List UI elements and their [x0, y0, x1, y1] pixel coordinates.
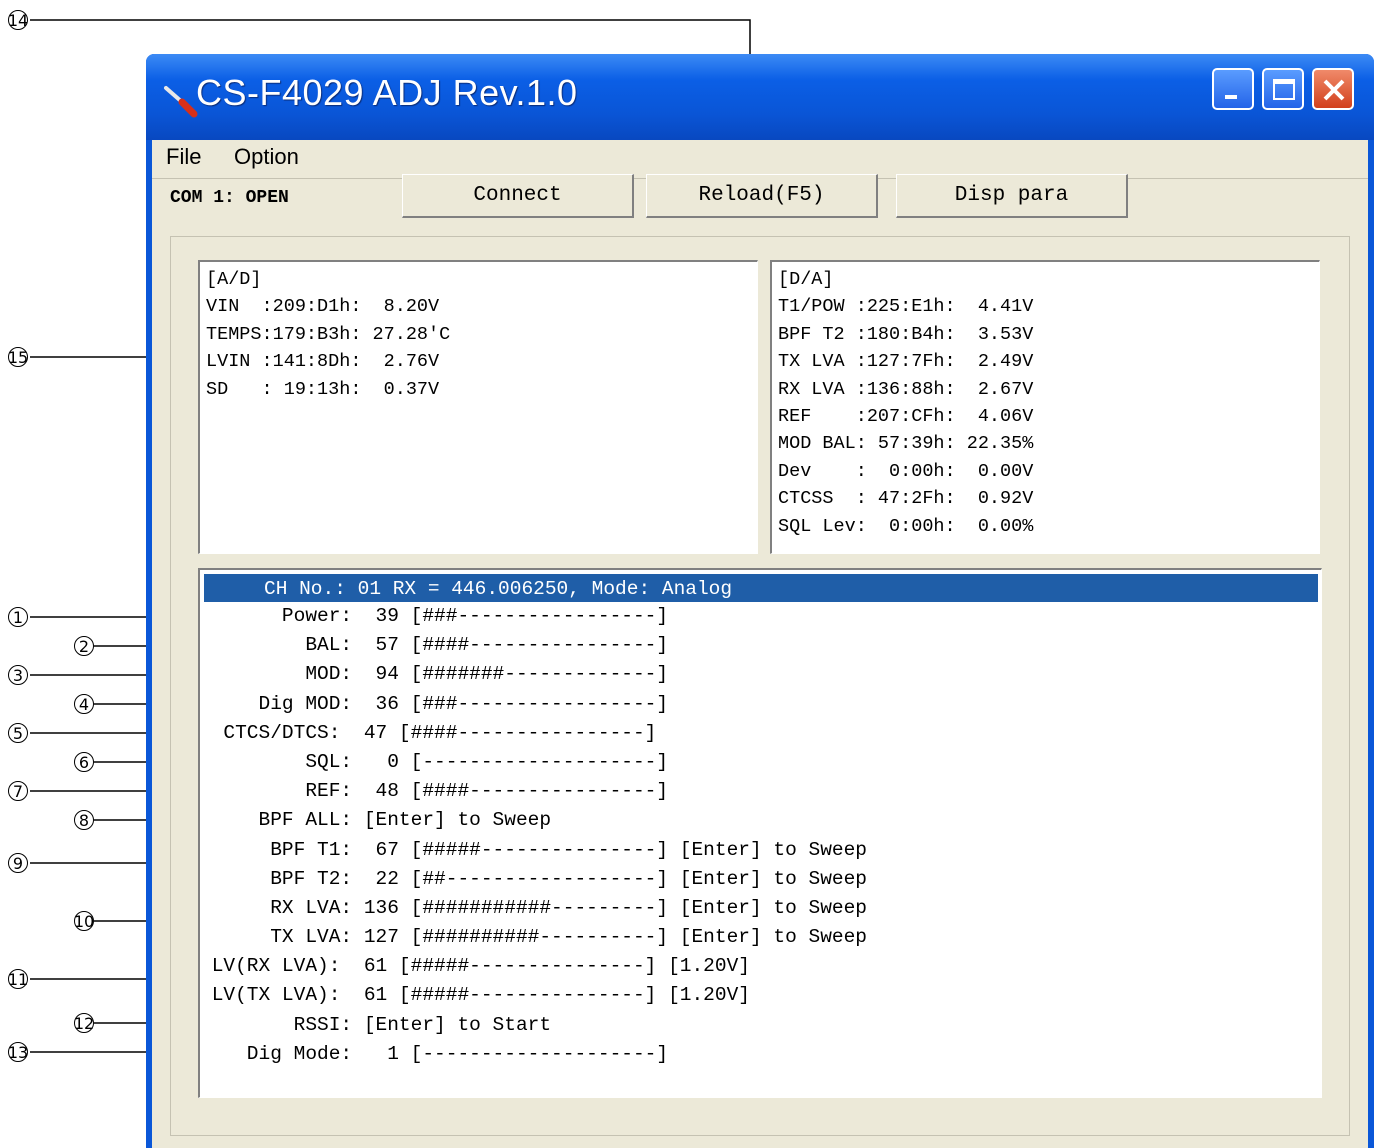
da-readout-line: BPF T2 :180:B4h: 3.53V [778, 323, 1034, 345]
adjustment-item[interactable]: Dig Mode: 1 [--------------------] [200, 1040, 867, 1069]
app-window: CS-F4029 ADJ Rev.1.0 File Option COM 1: … [146, 54, 1374, 1148]
adjustment-panel[interactable]: CH No.: 01 RX = 446.006250, Mode: Analog… [198, 568, 1322, 1098]
callout-12: 12 [73, 1013, 95, 1033]
adjustment-item[interactable]: SQL: 0 [--------------------] [200, 748, 867, 777]
minimize-button[interactable] [1212, 68, 1254, 110]
close-icon [1323, 79, 1345, 101]
callout-4: 4 [74, 694, 94, 714]
da-readout-line: T1/POW :225:E1h: 4.41V [778, 296, 1034, 318]
maximize-button[interactable] [1262, 68, 1304, 110]
da-readout-line: REF :207:CFh: 4.06V [778, 405, 1034, 427]
ad-readout-line: TEMPS:179:B3h: 27.28'C [206, 323, 451, 345]
callout-9: 9 [8, 853, 28, 873]
adjustment-item[interactable]: LV(RX LVA): 61 [#####---------------] [1… [200, 952, 867, 981]
adjustment-item[interactable]: Power: 39 [###-----------------] [200, 602, 867, 631]
title-bar[interactable]: CS-F4029 ADJ Rev.1.0 [146, 54, 1374, 140]
callout-3: 3 [8, 665, 28, 685]
da-readout-line: TX LVA :127:7Fh: 2.49V [778, 351, 1034, 373]
close-button[interactable] [1312, 68, 1354, 110]
adjustment-item[interactable]: REF: 48 [####----------------] [200, 777, 867, 806]
adjustment-item[interactable]: RX LVA: 136 [###########---------] [Ente… [200, 894, 867, 923]
callout-5: 5 [8, 723, 28, 743]
adjustment-item[interactable]: LV(TX LVA): 61 [#####---------------] [1… [200, 981, 867, 1010]
adjustment-item[interactable]: BPF T1: 67 [#####---------------] [Enter… [200, 836, 867, 865]
callout-15: 15 [7, 347, 29, 367]
menu-file[interactable]: File [166, 144, 201, 170]
adjustment-item[interactable]: BPF ALL: [Enter] to Sweep [200, 806, 867, 835]
client-area: File Option COM 1: OPEN Connect Reload(F… [152, 140, 1368, 1148]
adjustment-item[interactable]: Dig MOD: 36 [###-----------------] [200, 690, 867, 719]
da-readout-line: Dev : 0:00h: 0.00V [778, 460, 1034, 482]
ad-readout-panel: [A/D] VIN :209:D1h: 8.20V TEMPS:179:B3h: 2… [198, 260, 758, 554]
callout-1: 1 [8, 607, 28, 627]
callout-13: 13 [7, 1042, 29, 1062]
da-readout-panel: [D/A] T1/POW :225:E1h: 4.41V BPF T2 :180:B… [770, 260, 1320, 554]
menu-option[interactable]: Option [234, 144, 299, 170]
da-readout-line: SQL Lev: 0:00h: 0.00% [778, 515, 1034, 537]
ad-readout-line: LVIN :141:8Dh: 2.76V [206, 351, 440, 373]
ad-readout-text: [A/D] VIN :209:D1h: 8.20V TEMPS:179:B3h: 2… [206, 266, 450, 403]
da-readout-text: [D/A] T1/POW :225:E1h: 4.41V BPF T2 :180:B… [778, 266, 1033, 540]
ad-readout-line: VIN :209:D1h: 8.20V [206, 296, 440, 318]
callout-14: 14 [7, 10, 29, 30]
window-title: CS-F4029 ADJ Rev.1.0 [196, 72, 578, 113]
maximize-icon [1273, 79, 1295, 100]
adjustment-item[interactable]: RSSI: [Enter] to Start [200, 1011, 867, 1040]
adjustment-item[interactable]: TX LVA: 127 [##########----------] [Ente… [200, 923, 867, 952]
callout-2: 2 [74, 636, 94, 656]
callout-11: 11 [7, 969, 29, 989]
da-readout-line: RX LVA :136:88h: 2.67V [778, 378, 1034, 400]
connect-button[interactable]: Connect [402, 174, 634, 218]
com-status: COM 1: OPEN [170, 188, 289, 208]
menu-bar: File Option [152, 140, 1368, 176]
channel-header: CH No.: 01 RX = 446.006250, Mode: Analog [264, 578, 733, 600]
channel-header-bar: CH No.: 01 RX = 446.006250, Mode: Analog [204, 574, 1318, 602]
adjustment-item[interactable]: BPF T2: 22 [##------------------] [Enter… [200, 865, 867, 894]
reload-button[interactable]: Reload(F5) [646, 174, 878, 218]
adjustment-list: Power: 39 [###-----------------] BAL: 57… [200, 602, 867, 1069]
adjustment-item[interactable]: MOD: 94 [#######-------------] [200, 660, 867, 689]
callout-10: 10 [73, 911, 95, 931]
callout-8: 8 [74, 810, 94, 830]
ad-readout-line: [A/D] [206, 269, 262, 290]
ad-readout-line: SD : 19:13h: 0.37V [206, 378, 440, 400]
adjustment-item[interactable]: CTCS/DTCS: 47 [####----------------] [200, 719, 867, 748]
da-readout-line: [D/A] [778, 269, 834, 290]
callout-6: 6 [74, 752, 94, 772]
callout-7: 7 [8, 781, 28, 801]
da-readout-line: MOD BAL: 57:39h: 22.35% [778, 433, 1034, 455]
disp-para-button[interactable]: Disp para [896, 174, 1128, 218]
minimize-icon [1225, 95, 1237, 99]
screwdriver-icon [164, 86, 198, 118]
da-readout-line: CTCSS : 47:2Fh: 0.92V [778, 488, 1034, 510]
adjustment-item[interactable]: BAL: 57 [####----------------] [200, 631, 867, 660]
